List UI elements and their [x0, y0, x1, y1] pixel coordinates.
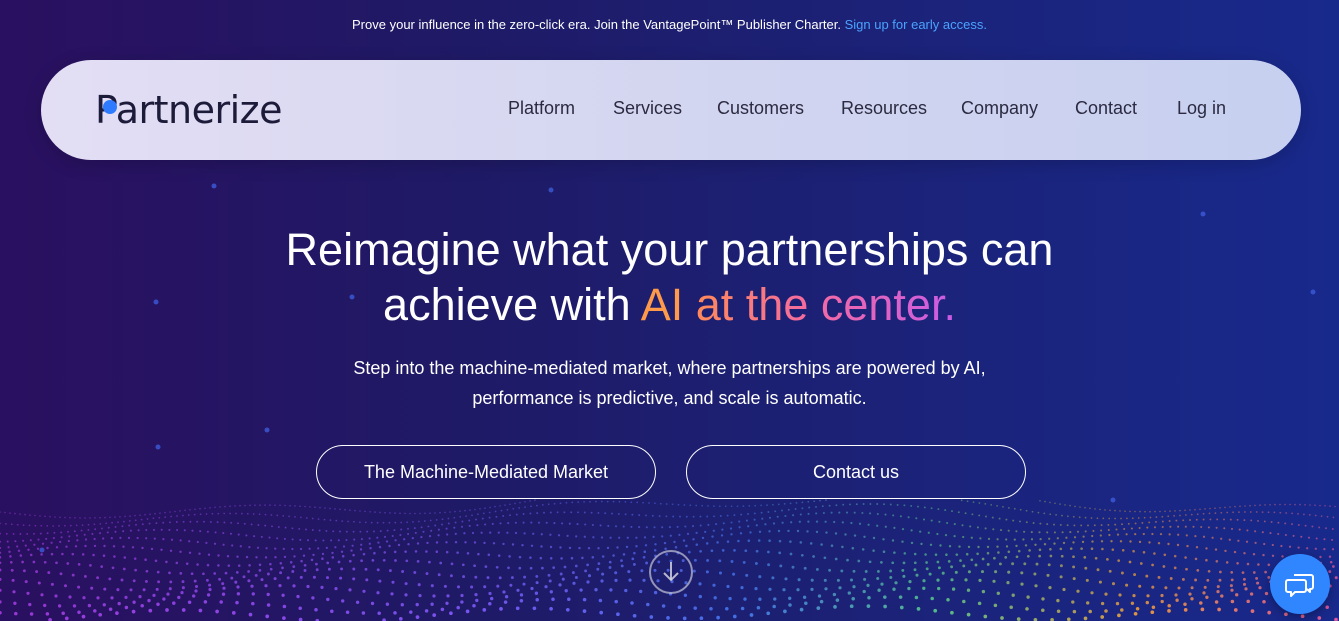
arrow-down-icon[interactable] — [649, 550, 693, 594]
logo-dot-icon — [103, 100, 117, 114]
top-navigation: Partnerize Platform Services Customers R… — [41, 60, 1301, 160]
arrow-down-glyph — [663, 562, 679, 582]
nav-item-company[interactable]: Company — [961, 98, 1038, 119]
hero-subtitle-line2: performance is predictive, and scale is … — [472, 388, 867, 408]
hero-title-line2-prefix: achieve with — [383, 279, 631, 330]
nav-item-contact[interactable]: Contact — [1075, 98, 1137, 119]
hero-subtitle-line1: Step into the machine-mediated market, w… — [353, 358, 986, 378]
nav-item-customers[interactable]: Customers — [717, 98, 804, 119]
machine-mediated-market-button[interactable]: The Machine-Mediated Market — [316, 445, 656, 499]
nav-item-login[interactable]: Log in — [1177, 98, 1226, 119]
nav-item-resources[interactable]: Resources — [841, 98, 927, 119]
announcement-bar: Prove your influence in the zero-click e… — [0, 17, 1339, 37]
hero-title-ai: AI — [640, 279, 684, 330]
contact-us-button[interactable]: Contact us — [686, 445, 1026, 499]
hero-title-highlight: at the center. — [695, 279, 956, 330]
announcement-text: Prove your influence in the zero-click e… — [352, 17, 841, 32]
partnerize-logo[interactable]: Partnerize — [95, 90, 295, 130]
logo-wordmark: Partnerize — [95, 88, 283, 132]
hero-subtitle: Step into the machine-mediated market, w… — [0, 353, 1339, 413]
page: Prove your influence in the zero-click e… — [0, 0, 1339, 621]
hero-title-line1: Reimagine what your partnerships can — [285, 224, 1054, 275]
hero-title: Reimagine what your partnerships can ach… — [0, 222, 1339, 332]
nav-item-services[interactable]: Services — [613, 98, 682, 119]
nav-item-platform[interactable]: Platform — [508, 98, 575, 119]
chat-glyph — [1285, 574, 1314, 597]
early-access-link[interactable]: Sign up for early access. — [845, 17, 987, 32]
chat-icon[interactable] — [1270, 554, 1330, 614]
